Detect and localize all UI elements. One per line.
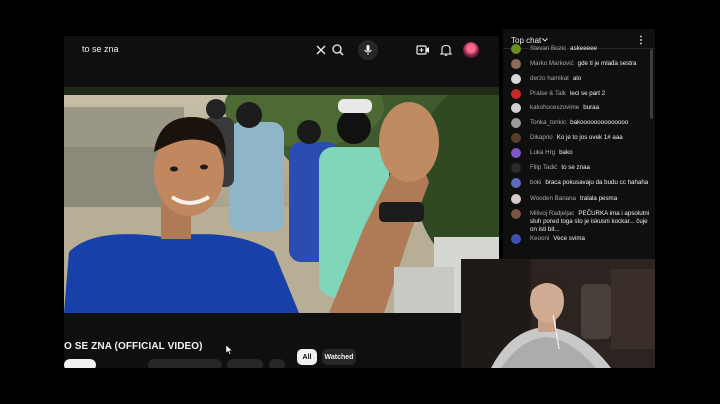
chat-message-body: Praise & Talk leci se part 2 bbox=[530, 90, 651, 98]
live-chat-panel: Top chat Stevan Bozic askeeeee Marko Marko… bbox=[503, 29, 655, 261]
chat-message-text: Ko je to jos uvek 1# aaa bbox=[556, 134, 623, 141]
chat-author-avatar[interactable] bbox=[511, 133, 521, 143]
download-button[interactable] bbox=[227, 359, 263, 368]
chat-author-name[interactable]: Keooni bbox=[530, 235, 549, 242]
chat-message-body: Filip Tadić to se znaa bbox=[530, 164, 651, 172]
clear-icon[interactable] bbox=[314, 43, 328, 57]
chat-author-name[interactable]: kakohoceszovime bbox=[530, 104, 579, 111]
chat-author-avatar[interactable] bbox=[511, 209, 521, 219]
more-actions-button[interactable] bbox=[269, 359, 285, 368]
chat-message-text: bako bbox=[559, 149, 573, 156]
chat-author-avatar[interactable] bbox=[511, 89, 521, 99]
filter-chip-watched[interactable]: Watched bbox=[322, 349, 356, 365]
chat-message-text: braca pokusavaju da budu cc hahaha bbox=[545, 179, 649, 186]
chat-author-avatar[interactable] bbox=[511, 44, 521, 54]
chat-message-text: tralala pesma bbox=[580, 195, 618, 202]
share-button[interactable] bbox=[187, 359, 217, 368]
chat-message-text: buraa bbox=[583, 104, 600, 111]
chat-message-body: derzo hamikat alo bbox=[530, 75, 651, 83]
chat-message-text: gde ti je mlađa sestra bbox=[577, 60, 637, 67]
chat-author-name[interactable]: derzo hamikat bbox=[530, 75, 569, 82]
chat-message-body: boki braca pokusavaju da budu cc hahaha bbox=[530, 179, 651, 187]
subscribe-button[interactable] bbox=[64, 359, 96, 368]
chat-author-name[interactable]: Wooden Banana bbox=[530, 195, 576, 202]
video-frame-image bbox=[64, 87, 499, 313]
chat-message-body: Dikaprio Ko je to jos uvek 1# aaa bbox=[530, 134, 651, 142]
chat-author-name[interactable]: Dikaprio bbox=[530, 134, 553, 141]
chevron-down-icon[interactable] bbox=[542, 38, 548, 42]
chat-author-name[interactable]: boki bbox=[530, 179, 541, 186]
chat-message-body: Marko Marković gde ti je mlađa sestra bbox=[530, 60, 651, 68]
chat-author-name[interactable]: Stevan Bozic bbox=[530, 45, 566, 52]
chat-message-body: Keooni Vece svima bbox=[530, 235, 651, 243]
chat-author-name[interactable]: Praise & Talk bbox=[530, 90, 566, 97]
search-box[interactable]: to se zna bbox=[70, 40, 328, 60]
chat-author-name[interactable]: Luka Hrg bbox=[530, 149, 555, 156]
chat-author-name[interactable]: Milivoj Radjeljac bbox=[530, 210, 574, 217]
chat-author-avatar[interactable] bbox=[511, 103, 521, 113]
chat-author-avatar[interactable] bbox=[511, 59, 521, 69]
search-icon[interactable] bbox=[328, 40, 348, 60]
chat-author-avatar[interactable] bbox=[511, 194, 521, 204]
chat-author-avatar[interactable] bbox=[511, 234, 521, 244]
create-icon[interactable] bbox=[416, 43, 430, 57]
cursor-icon bbox=[226, 345, 233, 355]
chat-author-avatar[interactable] bbox=[511, 163, 521, 173]
chat-message-text: bakoooooooooooooo bbox=[570, 119, 629, 126]
chat-message-text: alo bbox=[572, 75, 582, 82]
chat-message-text: askeeeee bbox=[570, 45, 597, 52]
chat-message-body: kakohoceszovime buraa bbox=[530, 104, 651, 112]
chat-message-text: to se znaa bbox=[561, 164, 590, 171]
filter-chip-all[interactable]: All bbox=[297, 349, 317, 365]
chat-scrollbar[interactable] bbox=[650, 49, 653, 119]
search-input[interactable]: to se zna bbox=[82, 44, 119, 54]
voice-search-button[interactable] bbox=[358, 40, 378, 60]
chat-message-body: Wooden Banana tralala pesma bbox=[530, 195, 651, 203]
chat-message-text: leci se part 2 bbox=[570, 90, 606, 97]
chat-author-avatar[interactable] bbox=[511, 148, 521, 158]
chat-message-body: Stevan Bozic askeeeee bbox=[530, 45, 651, 53]
chat-message-body: Luka Hrg bako bbox=[530, 149, 651, 157]
bell-icon[interactable] bbox=[439, 43, 453, 57]
webcam-image bbox=[461, 259, 655, 368]
chat-author-name[interactable]: Tonka_tonkic bbox=[530, 119, 566, 126]
mic-icon bbox=[364, 45, 372, 55]
chat-author-avatar[interactable] bbox=[511, 74, 521, 84]
chat-author-avatar[interactable] bbox=[511, 118, 521, 128]
video-title: O SE ZNA (OFFICIAL VIDEO) bbox=[64, 341, 203, 352]
youtube-watch-page: to se zna O SE ZNA (OFFICIAL VIDEO) All … bbox=[64, 36, 499, 368]
video-player[interactable] bbox=[64, 87, 499, 313]
top-bar: to se zna bbox=[64, 36, 499, 64]
chat-message-body: Tonka_tonkic bakoooooooooooooo bbox=[530, 119, 651, 127]
chat-message-text: Vece svima bbox=[553, 235, 585, 242]
chat-author-name[interactable]: Filip Tadić bbox=[530, 164, 557, 171]
chat-author-avatar[interactable] bbox=[511, 178, 521, 188]
account-avatar[interactable] bbox=[463, 42, 479, 58]
more-vert-icon[interactable] bbox=[639, 35, 643, 45]
chat-author-name[interactable]: Marko Marković bbox=[530, 60, 574, 67]
webcam-overlay bbox=[461, 259, 655, 368]
chat-message-body: Milivoj Radjeljac PEČURKA ima i apsolutni… bbox=[530, 210, 651, 234]
